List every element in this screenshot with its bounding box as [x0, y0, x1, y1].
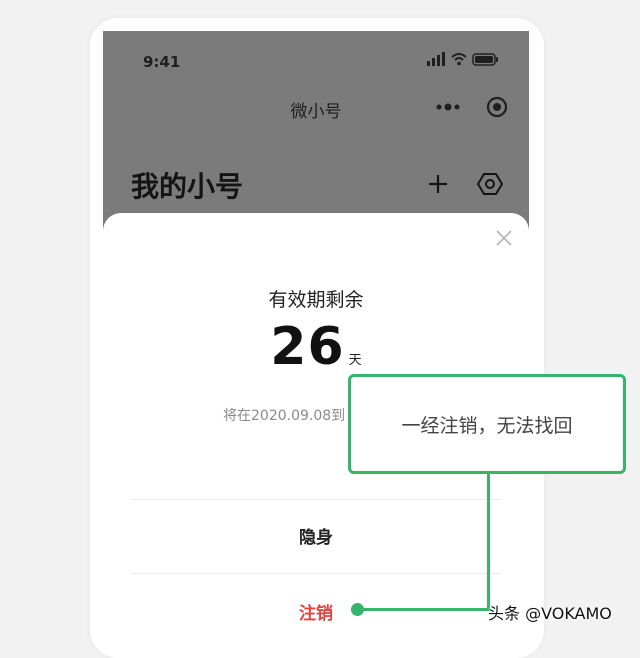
callout-connector — [487, 474, 490, 611]
days-remaining: 26 天 — [103, 317, 529, 377]
signal-icon — [427, 52, 445, 66]
battery-icon — [472, 53, 498, 66]
divider — [131, 573, 501, 574]
callout-text: 一经注销，无法找回 — [401, 414, 573, 437]
capsule-close-icon[interactable] — [485, 95, 509, 123]
settings-icon[interactable] — [476, 171, 504, 201]
callout-connector — [358, 608, 490, 611]
days-value: 26 — [270, 317, 345, 377]
status-icons — [421, 51, 501, 71]
nav-title: 微小号 — [290, 102, 342, 122]
annotation-callout: 一经注销，无法找回 — [348, 374, 626, 474]
page-title: 我的小号 — [131, 170, 244, 203]
cancel-account-button[interactable]: 注销 — [103, 599, 529, 624]
status-time: 9:41 — [143, 53, 181, 71]
wifi-icon — [451, 53, 467, 66]
validity-label: 有效期剩余 — [268, 289, 364, 311]
add-icon[interactable] — [427, 173, 449, 199]
hide-button[interactable]: 隐身 — [103, 523, 529, 548]
close-icon[interactable] — [495, 229, 513, 251]
days-unit: 天 — [348, 353, 362, 368]
divider — [131, 499, 501, 500]
expire-text: 将在2020.09.08到 — [223, 408, 346, 424]
watermark: 头条 @VOKAMO — [488, 604, 612, 623]
callout-dot — [351, 603, 364, 616]
more-icon[interactable] — [435, 97, 461, 121]
phone-screen: 9:41 微小号 我的小号 有效期剩余 26 天 将在2020.09.08到 隐… — [103, 31, 529, 651]
